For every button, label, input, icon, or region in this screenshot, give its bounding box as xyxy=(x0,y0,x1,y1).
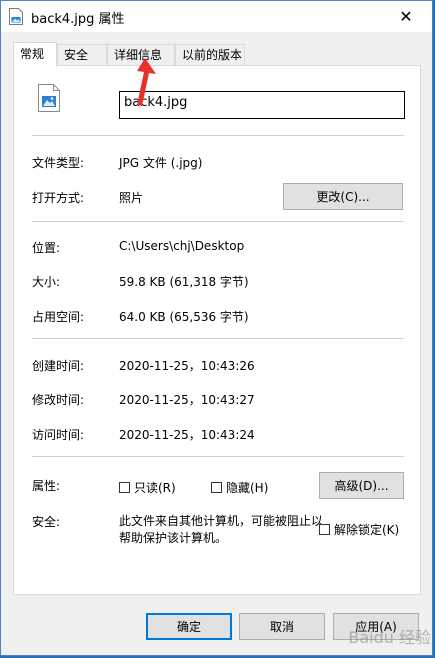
created-label: 创建时间: xyxy=(32,359,85,373)
hidden-checkbox[interactable]: 隐藏(H) xyxy=(211,479,268,496)
size-on-disk-label: 占用空间: xyxy=(32,310,85,324)
cancel-button[interactable]: 取消 xyxy=(239,613,325,640)
red-arrow-annotation-icon xyxy=(137,58,156,106)
size-label: 大小: xyxy=(32,275,61,289)
change-button[interactable]: 更改(C)... xyxy=(283,183,403,210)
opens-with-value: 照片 xyxy=(119,191,144,205)
file-name-input[interactable]: back4.jpg xyxy=(119,91,405,119)
modified-value: 2020-11-25，10:43:27 xyxy=(119,393,255,407)
security-message: 此文件来自其他计算机，可能被阻止以帮助保护该计算机。 xyxy=(119,514,324,545)
divider xyxy=(32,456,404,457)
location-label: 位置: xyxy=(32,241,61,255)
modified-label: 修改时间: xyxy=(32,393,85,407)
checkbox-box[interactable] xyxy=(211,482,222,493)
attributes-label: 属性: xyxy=(32,479,61,493)
apply-button[interactable]: 应用(A) xyxy=(333,613,419,640)
readonly-checkbox[interactable]: 只读(R) xyxy=(119,479,176,496)
opens-with-label: 打开方式: xyxy=(32,191,85,205)
properties-window: back4.jpg 属性 ✕ 常规 安全 详细信息 以前的版本 back4.jp… xyxy=(0,0,433,656)
image-file-icon xyxy=(38,84,60,112)
unblock-label: 解除锁定(K) xyxy=(334,523,400,537)
hidden-label: 隐藏(H) xyxy=(226,481,269,495)
general-panel: back4.jpg 文件类型: JPG 文件 (.jpg) 打开方式: 照片 更… xyxy=(13,65,421,595)
tab-general[interactable]: 常规 xyxy=(13,42,57,67)
readonly-label: 只读(R) xyxy=(134,481,176,495)
tab-previous-versions[interactable]: 以前的版本 xyxy=(175,44,245,65)
ok-button[interactable]: 确定 xyxy=(146,613,232,640)
file-type-value: JPG 文件 (.jpg) xyxy=(119,156,203,170)
security-label: 安全: xyxy=(32,515,61,529)
size-on-disk-value: 64.0 KB (65,536 字节) xyxy=(119,310,249,324)
unblock-checkbox[interactable]: 解除锁定(K) xyxy=(319,521,399,538)
accessed-label: 访问时间: xyxy=(32,428,85,442)
checkbox-box[interactable] xyxy=(119,482,130,493)
checkbox-box[interactable] xyxy=(319,524,330,535)
advanced-button[interactable]: 高级(D)... xyxy=(319,472,404,499)
size-value: 59.8 KB (61,318 字节) xyxy=(119,275,249,289)
tab-security[interactable]: 安全 xyxy=(57,44,107,65)
window-title: back4.jpg 属性 xyxy=(31,12,125,27)
close-button[interactable]: ✕ xyxy=(386,1,426,32)
divider xyxy=(32,135,404,136)
image-file-icon xyxy=(9,8,23,25)
title-bar[interactable]: back4.jpg 属性 ✕ xyxy=(1,1,432,32)
divider xyxy=(32,221,404,222)
divider xyxy=(32,338,404,339)
location-value: C:\Users\chj\Desktop xyxy=(119,239,245,253)
file-type-label: 文件类型: xyxy=(32,156,85,170)
created-value: 2020-11-25，10:43:26 xyxy=(119,359,255,373)
close-icon: ✕ xyxy=(399,7,413,26)
accessed-value: 2020-11-25，10:43:24 xyxy=(119,428,255,442)
